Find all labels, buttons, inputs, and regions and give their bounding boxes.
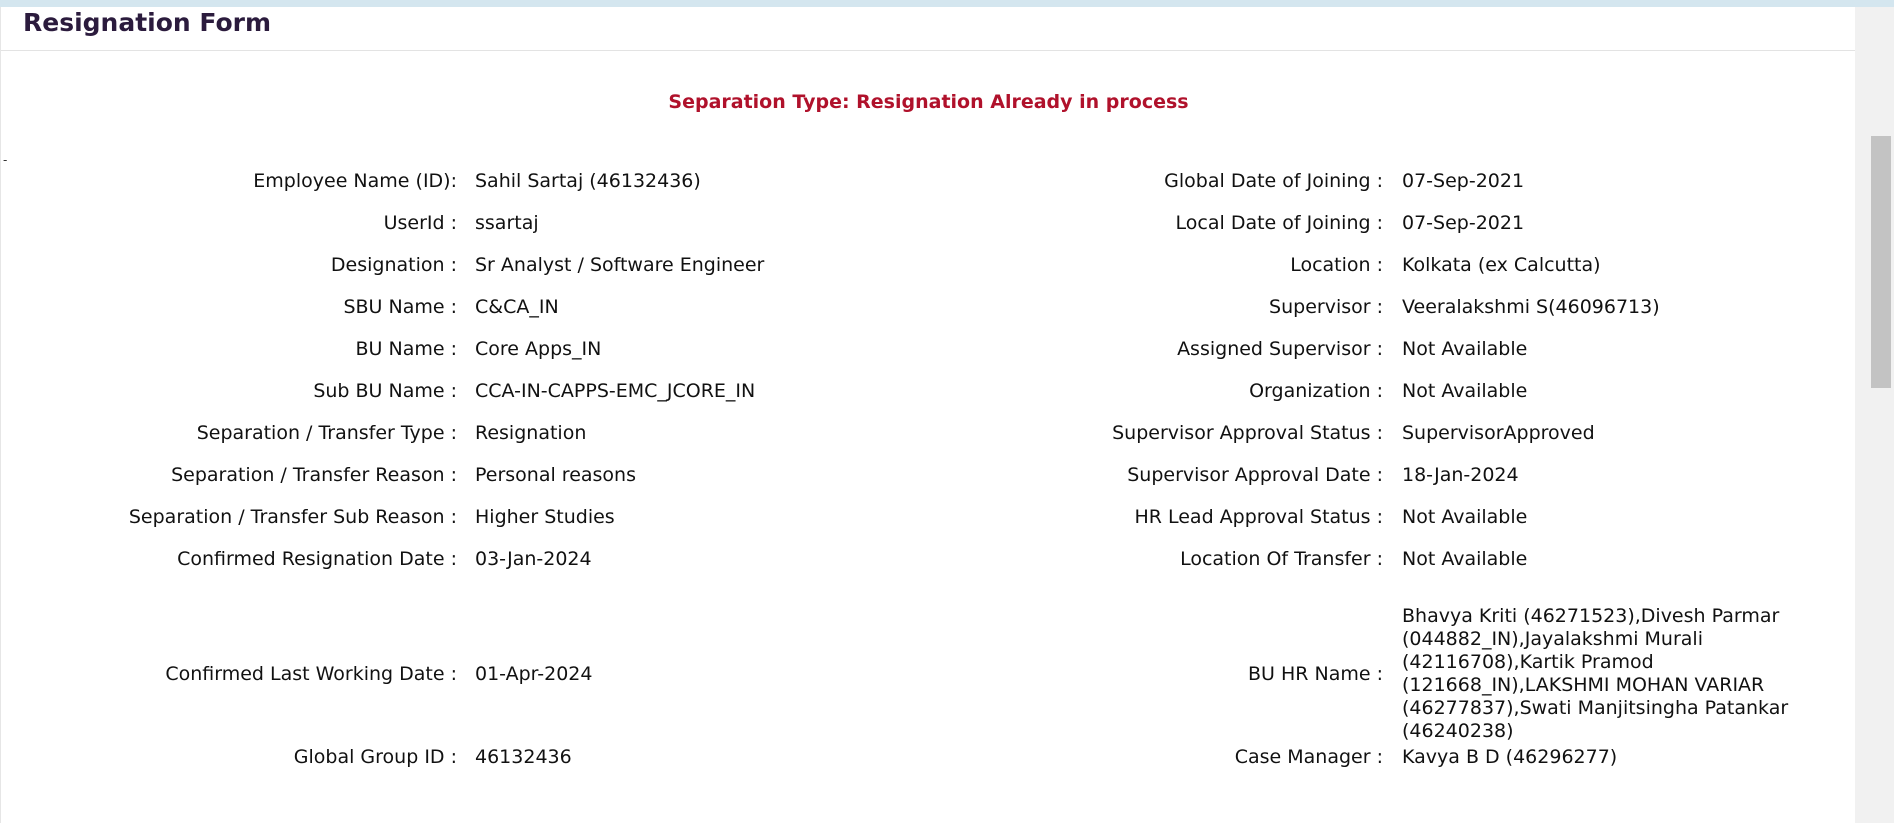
organization-value: Not Available <box>1402 379 1528 402</box>
confirmed-last-working-date-label: Confirmed Last Working Date : <box>165 663 457 685</box>
supervisor-approval-status-label: Supervisor Approval Status : <box>1112 422 1383 444</box>
bu-name-value: Core Apps_IN <box>475 338 602 360</box>
sbu-name-label: SBU Name : <box>343 296 457 318</box>
hr-lead-approval-status-label: HR Lead Approval Status : <box>1134 506 1383 528</box>
global-date-of-joining-value: 07-Sep-2021 <box>1402 169 1525 192</box>
separation-sub-reason-value: Higher Studies <box>475 506 615 528</box>
top-accent-bar <box>0 0 1894 7</box>
form-row: SBU Name : C&CA_IN Supervisor : Veeralak… <box>1 290 1856 324</box>
form-row: UserId : ssartaj Local Date of Joining :… <box>1 206 1856 240</box>
location-value: Kolkata (ex Calcutta) <box>1402 253 1601 276</box>
scrollbar-thumb[interactable] <box>1871 136 1891 388</box>
bu-name-label: BU Name : <box>355 338 457 360</box>
designation-label: Designation : <box>330 254 457 276</box>
form-row: Separation / Transfer Reason : Personal … <box>1 458 1856 492</box>
sub-bu-name-value: CCA-IN-CAPPS-EMC_JCORE_IN <box>475 380 756 402</box>
form-row: Separation / Transfer Type : Resignation… <box>1 416 1856 450</box>
supervisor-approval-date-label: Supervisor Approval Date : <box>1127 464 1383 486</box>
global-group-id-value: 46132436 <box>475 746 572 768</box>
separation-type-label: Separation / Transfer Type : <box>196 422 457 444</box>
userid-label: UserId : <box>383 212 457 234</box>
local-date-of-joining-label: Local Date of Joining : <box>1175 212 1383 234</box>
bu-hr-name-label: BU HR Name : <box>1247 663 1383 685</box>
location-label: Location : <box>1290 254 1383 276</box>
assigned-supervisor-label: Assigned Supervisor : <box>1177 338 1383 360</box>
form-row: Confirmed Resignation Date : 03-Jan-2024… <box>1 542 1856 576</box>
confirmed-resignation-date-label: Confirmed Resignation Date : <box>177 548 457 570</box>
form-header: Resignation Form <box>1 7 1856 51</box>
supervisor-label: Supervisor : <box>1269 296 1383 318</box>
separation-status-banner: Separation Type: Resignation Already in … <box>668 91 1189 113</box>
organization-label: Organization : <box>1249 380 1383 402</box>
supervisor-approval-status-value: SupervisorApproved <box>1402 421 1595 444</box>
page-title: Resignation Form <box>23 8 272 37</box>
location-of-transfer-value: Not Available <box>1402 547 1528 570</box>
separation-sub-reason-label: Separation / Transfer Sub Reason : <box>128 506 457 528</box>
supervisor-value: Veeralakshmi S(46096713) <box>1402 295 1660 318</box>
sbu-name-value: C&CA_IN <box>475 296 559 318</box>
confirmed-resignation-date-value: 03-Jan-2024 <box>475 548 592 570</box>
userid-value: ssartaj <box>475 212 539 234</box>
form-row: Sub BU Name : CCA-IN-CAPPS-EMC_JCORE_IN … <box>1 374 1856 408</box>
sub-bu-name-label: Sub BU Name : <box>313 380 457 402</box>
form-row: Global Group ID : 46132436 Case Manager … <box>1 740 1856 774</box>
bu-hr-name-value: Bhavya Kriti (46271523),Divesh Parmar (0… <box>1402 605 1789 742</box>
case-manager-value: Kavya B D (46296277) <box>1402 745 1618 768</box>
employee-name-label: Employee Name (ID): <box>253 170 457 192</box>
form-row: Confirmed Last Working Date : 01-Apr-202… <box>1 605 1856 742</box>
form-row: Employee Name (ID): Sahil Sartaj (461324… <box>1 164 1856 198</box>
designation-value: Sr Analyst / Software Engineer <box>475 254 765 276</box>
global-date-of-joining-label: Global Date of Joining : <box>1164 170 1383 192</box>
form-row: Separation / Transfer Sub Reason : Highe… <box>1 500 1856 534</box>
separation-reason-label: Separation / Transfer Reason : <box>171 464 457 486</box>
confirmed-last-working-date-value: 01-Apr-2024 <box>475 663 593 685</box>
global-group-id-label: Global Group ID : <box>293 746 457 768</box>
resignation-form-page: Resignation Form Separation Type: Resign… <box>0 7 1856 823</box>
separation-reason-value: Personal reasons <box>475 464 636 486</box>
form-row: Designation : Sr Analyst / Software Engi… <box>1 248 1856 282</box>
hr-lead-approval-status-value: Not Available <box>1402 505 1528 528</box>
form-row: BU Name : Core Apps_IN Assigned Supervis… <box>1 332 1856 366</box>
location-of-transfer-label: Location Of Transfer : <box>1180 548 1383 570</box>
separation-type-value: Resignation <box>475 422 587 444</box>
vertical-scrollbar[interactable] <box>1855 7 1894 823</box>
supervisor-approval-date-value: 18-Jan-2024 <box>1402 463 1519 486</box>
employee-name-value: Sahil Sartaj (46132436) <box>475 170 701 192</box>
local-date-of-joining-value: 07-Sep-2021 <box>1402 211 1525 234</box>
case-manager-label: Case Manager : <box>1234 746 1383 768</box>
assigned-supervisor-value: Not Available <box>1402 337 1528 360</box>
